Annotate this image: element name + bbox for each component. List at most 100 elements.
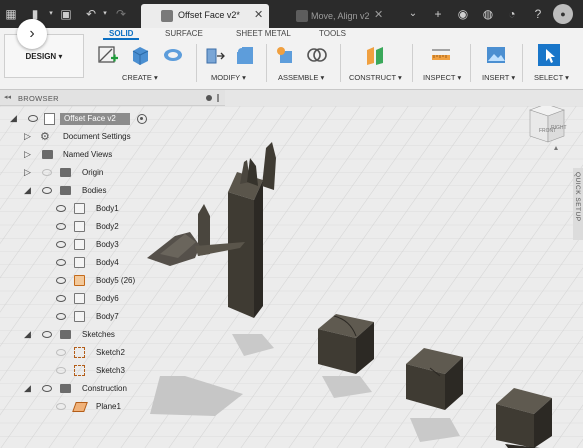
tree-item-sketch2[interactable]: Sketch2 xyxy=(0,346,225,360)
visibility-eye-icon[interactable] xyxy=(56,241,66,248)
sketch-icon xyxy=(74,365,85,376)
notifications-icon[interactable]: ◔ xyxy=(503,5,521,23)
visibility-eye-icon[interactable] xyxy=(56,259,66,266)
body-cube-2[interactable] xyxy=(406,348,463,410)
tree-item-label: Body1 xyxy=(96,204,119,213)
browser-header: ◂◂ BROWSER xyxy=(0,90,225,106)
collapse-arrow-icon[interactable]: ◢ xyxy=(24,383,31,394)
folder-icon xyxy=(60,168,71,177)
visibility-eye-icon[interactable] xyxy=(56,277,66,284)
new-tab-icon[interactable]: + xyxy=(429,5,447,23)
tree-item-origin[interactable]: ▷ Origin xyxy=(0,166,225,180)
quick-setup-label: QUICK SETUP xyxy=(574,172,581,222)
joint-icon[interactable] xyxy=(306,44,328,66)
visibility-eye-icon[interactable] xyxy=(56,349,66,356)
extrude-icon[interactable] xyxy=(129,44,151,66)
tree-item-plane1[interactable]: Plane1 xyxy=(0,400,225,414)
visibility-eye-icon[interactable] xyxy=(56,313,66,320)
activate-radio-icon[interactable] xyxy=(137,114,147,124)
close-icon[interactable]: ✕ xyxy=(374,8,383,21)
select-cursor-icon[interactable] xyxy=(538,44,560,66)
document-tab-icon xyxy=(296,10,308,22)
plane-icon xyxy=(72,402,88,412)
expand-arrow-icon[interactable]: ▷ xyxy=(24,167,31,178)
tab-offset-face[interactable]: Offset Face v2* ✕ xyxy=(141,4,269,28)
tree-item-label: Body5 (26) xyxy=(96,276,136,285)
visibility-eye-icon[interactable] xyxy=(56,295,66,302)
tab-move-align[interactable]: Move, Align v2 ✕ xyxy=(277,4,399,28)
visibility-eye-icon[interactable] xyxy=(42,187,52,194)
fillet-icon[interactable] xyxy=(234,44,256,66)
insert-image-icon[interactable] xyxy=(485,44,507,66)
visibility-eye-icon[interactable] xyxy=(42,385,52,392)
back-button[interactable]: › xyxy=(17,19,47,49)
tree-item-sketch3[interactable]: Sketch3 xyxy=(0,364,225,378)
visibility-eye-icon[interactable] xyxy=(28,115,38,122)
tree-item-label: Body3 xyxy=(96,240,119,249)
tree-item-construction[interactable]: ◢ Construction xyxy=(0,382,225,396)
active-tab-indicator xyxy=(103,38,139,40)
job-status-icon[interactable]: ◍ xyxy=(479,5,497,23)
close-icon[interactable]: ✕ xyxy=(254,8,263,21)
tree-item-body5[interactable]: Body5 (26) xyxy=(0,274,225,288)
offset-plane-icon[interactable] xyxy=(364,44,386,66)
group-separator xyxy=(266,44,267,82)
visibility-eye-icon[interactable] xyxy=(42,169,52,176)
tree-item-root[interactable]: ◢ Offset Face v2 xyxy=(0,112,225,126)
select-menu[interactable]: SELECT ▾ xyxy=(534,73,569,82)
visibility-eye-icon[interactable] xyxy=(56,205,66,212)
assemble-menu[interactable]: ASSEMBLE ▾ xyxy=(278,73,324,82)
revolve-icon[interactable] xyxy=(162,44,184,66)
inspect-menu[interactable]: INSPECT ▾ xyxy=(423,73,461,82)
visibility-eye-icon[interactable] xyxy=(56,403,66,410)
expand-arrow-icon[interactable]: ▷ xyxy=(24,149,31,160)
body-icon xyxy=(74,221,85,232)
tree-item-document-settings[interactable]: ▷ ⚙ Document Settings xyxy=(0,130,225,144)
tree-item-body2[interactable]: Body2 xyxy=(0,220,225,234)
collapse-arrow-icon[interactable]: ◢ xyxy=(24,329,31,340)
measure-icon[interactable] xyxy=(430,44,452,66)
tree-item-label: Sketch2 xyxy=(96,348,125,357)
pin-icon[interactable] xyxy=(217,94,219,102)
collapse-arrow-icon[interactable]: ◢ xyxy=(10,113,17,124)
browser-options-icon[interactable] xyxy=(206,95,212,101)
tab-surface[interactable]: SURFACE xyxy=(165,29,203,38)
construct-menu[interactable]: CONSTRUCT ▾ xyxy=(349,73,402,82)
expand-arrow-icon[interactable]: ▷ xyxy=(24,131,31,142)
tree-item-body1[interactable]: Body1 xyxy=(0,202,225,216)
visibility-eye-icon[interactable] xyxy=(56,367,66,374)
tree-item-bodies[interactable]: ◢ Bodies xyxy=(0,184,225,198)
body-cube-3[interactable] xyxy=(496,388,552,448)
save-icon[interactable]: ▣ xyxy=(57,5,75,23)
tree-item-sketches[interactable]: ◢ Sketches xyxy=(0,328,225,342)
collapse-arrow-icon[interactable]: ◢ xyxy=(24,185,31,196)
tree-item-body4[interactable]: Body4 xyxy=(0,256,225,270)
tree-item-body7[interactable]: Body7 xyxy=(0,310,225,324)
grid-menu-icon[interactable]: ▦ xyxy=(2,5,20,23)
tree-item-body3[interactable]: Body3 xyxy=(0,238,225,252)
tree-item-label: Document Settings xyxy=(63,132,131,141)
tab-label: Offset Face v2* xyxy=(178,10,240,20)
tab-solid[interactable]: SOLID xyxy=(109,29,133,38)
tree-item-named-views[interactable]: ▷ Named Views xyxy=(0,148,225,162)
help-icon[interactable]: ? xyxy=(529,5,547,23)
quick-setup-tab[interactable]: QUICK SETUP xyxy=(573,168,583,240)
press-pull-icon[interactable] xyxy=(204,44,226,66)
tab-sheet-metal[interactable]: SHEET METAL xyxy=(236,29,291,38)
create-menu[interactable]: CREATE ▾ xyxy=(122,73,158,82)
new-component-icon[interactable] xyxy=(275,44,297,66)
user-avatar[interactable]: ● xyxy=(553,4,573,24)
chevron-down-icon[interactable]: ⌄ xyxy=(404,5,422,23)
group-separator xyxy=(470,44,471,82)
extensions-icon[interactable]: ◉ xyxy=(454,5,472,23)
insert-menu[interactable]: INSERT ▾ xyxy=(482,73,515,82)
visibility-eye-icon[interactable] xyxy=(56,223,66,230)
tab-tools[interactable]: TOOLS xyxy=(319,29,346,38)
tree-item-body6[interactable]: Body6 xyxy=(0,292,225,306)
redo-icon[interactable]: ↷ xyxy=(112,5,130,23)
create-sketch-icon[interactable] xyxy=(97,44,119,66)
visibility-eye-icon[interactable] xyxy=(42,331,52,338)
modify-menu[interactable]: MODIFY ▾ xyxy=(211,73,246,82)
body-cube-1[interactable] xyxy=(318,314,374,374)
collapse-icon[interactable]: ◂◂ xyxy=(4,93,11,101)
